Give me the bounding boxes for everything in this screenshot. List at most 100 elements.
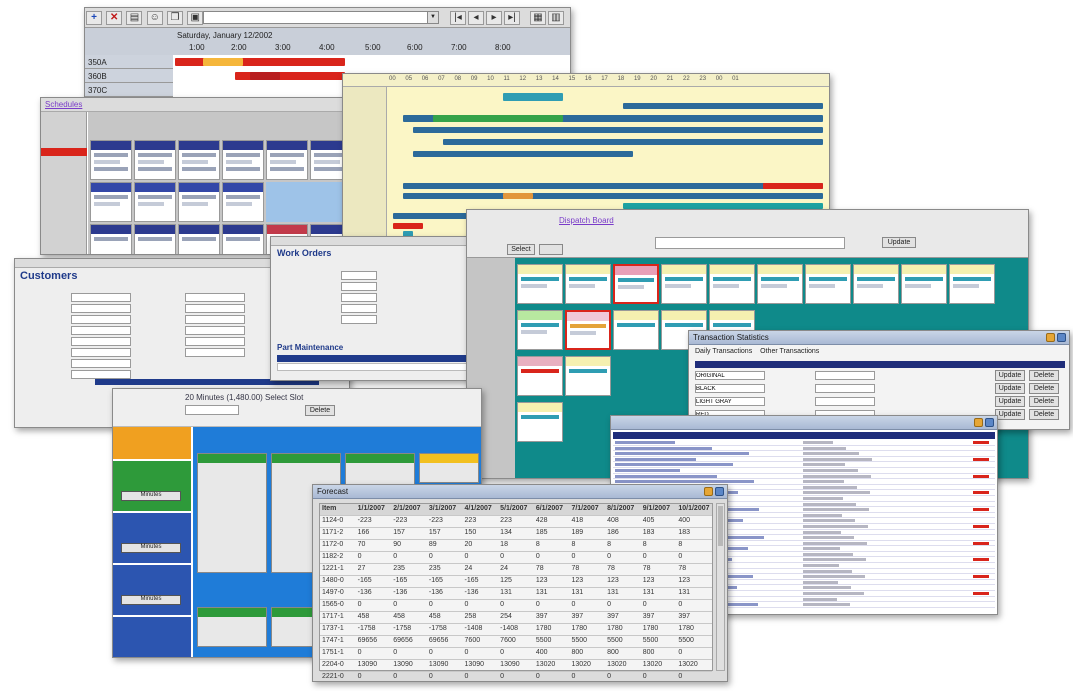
value-field[interactable]	[815, 384, 875, 393]
dispatch-card[interactable]	[661, 264, 707, 304]
list-link[interactable]	[615, 468, 680, 472]
booking-bar[interactable]	[413, 151, 633, 157]
update-button[interactable]: Update	[995, 383, 1025, 394]
delete-button[interactable]: Delete	[1029, 396, 1059, 407]
close-icon[interactable]	[1057, 333, 1066, 342]
resource-row[interactable]: 370C	[85, 83, 173, 97]
booking-bar[interactable]	[503, 193, 533, 199]
first-icon[interactable]: |◂	[450, 11, 466, 25]
schedule-card[interactable]	[134, 182, 176, 222]
update-button[interactable]: Update	[995, 396, 1025, 407]
prev-icon[interactable]: ◂	[468, 11, 484, 25]
select-button[interactable]: Select	[507, 244, 535, 255]
schedule-card[interactable]	[90, 140, 132, 180]
table-row[interactable]: 1124-0 -223 -223 -223 223 223 428 418 408 405 400	[320, 516, 712, 528]
schedule-card[interactable]	[134, 224, 176, 254]
customer-field[interactable]	[71, 293, 131, 302]
customer-field[interactable]	[71, 326, 131, 335]
customer-field[interactable]	[71, 315, 131, 324]
value-field[interactable]	[815, 397, 875, 406]
update-button[interactable]: Update	[882, 237, 916, 248]
schedule-card[interactable]	[90, 224, 132, 254]
customer-field[interactable]	[185, 304, 245, 313]
slot-group[interactable]	[113, 427, 191, 461]
customer-field[interactable]	[71, 370, 131, 379]
dispatch-card[interactable]	[565, 310, 611, 350]
table-row[interactable]: 2204-0 13090 13090 13090 13090 13090 13020 1302…	[320, 660, 712, 672]
slot-group[interactable]: Minutes	[113, 565, 191, 617]
minimize-icon[interactable]	[974, 418, 983, 427]
dispatch-card[interactable]	[901, 264, 947, 304]
slot-button[interactable]: Minutes	[121, 543, 181, 553]
close-icon[interactable]	[715, 487, 724, 496]
table-row[interactable]: 2221-0 0 0 0 0 0 0 0 0 0 0	[320, 672, 712, 681]
booking-bar[interactable]	[763, 183, 823, 189]
scroll-thumb[interactable]	[718, 506, 723, 546]
booking-bar[interactable]	[433, 115, 563, 122]
list-link[interactable]	[615, 474, 717, 478]
dispatch-card[interactable]	[613, 264, 659, 304]
camera-icon[interactable]: ▣	[187, 11, 204, 25]
list-link[interactable]	[615, 480, 754, 484]
value-field[interactable]	[815, 371, 875, 380]
slot-date-field[interactable]	[185, 405, 239, 415]
table-row[interactable]: 1172-0 70 90 89 20 18 8 8 8 8 8	[320, 540, 712, 552]
scrollbar[interactable]	[716, 503, 725, 671]
customer-field[interactable]	[185, 337, 245, 346]
free-slot[interactable]	[266, 182, 352, 222]
booking-bar[interactable]	[623, 103, 823, 109]
color-field[interactable]	[695, 397, 765, 406]
schedule-card[interactable]	[266, 140, 308, 180]
order-field[interactable]	[341, 271, 377, 280]
minimize-icon[interactable]	[1046, 333, 1055, 342]
table-row[interactable]: 1747-1 69656 69656 69656 7600 7600 5500 5500 550…	[320, 636, 712, 648]
scheduler-combo[interactable]: ▼	[203, 11, 439, 24]
booking-bar[interactable]	[413, 127, 823, 133]
table-row[interactable]: 1751-1 0 0 0 0 0 400 800 800 800 0	[320, 648, 712, 660]
add-icon[interactable]: +	[86, 11, 102, 25]
transactions-row[interactable]: Update Delete	[695, 383, 1065, 395]
slot-column[interactable]	[197, 607, 267, 647]
customer-field[interactable]	[71, 348, 131, 357]
customer-field[interactable]	[185, 348, 245, 357]
color-field[interactable]	[695, 371, 765, 380]
update-button[interactable]: Update	[995, 370, 1025, 381]
table-row[interactable]: 1182-2 0 0 0 0 0 0 0 0 0 0	[320, 552, 712, 564]
customer-field[interactable]	[71, 359, 131, 368]
list-link[interactable]	[615, 463, 733, 467]
table-row[interactable]: 1565-0 0 0 0 0 0 0 0 0 0 0	[320, 600, 712, 612]
customer-field[interactable]	[185, 326, 245, 335]
list-link[interactable]	[615, 457, 696, 461]
delete-button[interactable]: Delete	[1029, 370, 1059, 381]
schedule-card[interactable]	[222, 224, 264, 254]
table-row[interactable]: 1171-2 166 157 157 150 134 185 189 186 183 183	[320, 528, 712, 540]
slot-button[interactable]: Minutes	[121, 595, 181, 605]
booking-bar[interactable]	[203, 58, 243, 66]
table-row[interactable]: 1497-0 -136 -136 -136 -136 131 131 131 131 131 131	[320, 588, 712, 600]
dispatch-card[interactable]	[517, 356, 563, 396]
customer-field[interactable]	[185, 293, 245, 302]
dispatch-search[interactable]	[655, 237, 845, 249]
dispatch-card[interactable]	[949, 264, 995, 304]
chevron-down-icon[interactable]: ▼	[427, 12, 438, 23]
booking-bar[interactable]	[393, 223, 423, 229]
slot-column[interactable]	[197, 453, 267, 573]
next-icon[interactable]: ▸	[486, 11, 502, 25]
dispatch-card[interactable]	[565, 356, 611, 396]
order-field[interactable]	[341, 315, 377, 324]
table-row[interactable]: 1717-1 458 458 458 258 254 397 397 397 397 397	[320, 612, 712, 624]
booking-bar[interactable]	[503, 93, 563, 101]
dispatch-card[interactable]	[805, 264, 851, 304]
booking-bar[interactable]	[403, 193, 823, 199]
dispatch-card[interactable]	[565, 264, 611, 304]
booking-bar[interactable]	[175, 58, 345, 66]
last-icon[interactable]: ▸|	[504, 11, 520, 25]
table-row[interactable]: 1480-0 -165 -165 -165 -165 125 123 123 123 123 123	[320, 576, 712, 588]
delete-button[interactable]: Delete	[305, 405, 335, 416]
booking-bar[interactable]	[403, 183, 823, 189]
schedule-card[interactable]	[222, 182, 264, 222]
list-link[interactable]	[615, 452, 749, 456]
transactions-row[interactable]: Update Delete	[695, 396, 1065, 408]
order-field[interactable]	[341, 282, 377, 291]
resource-row[interactable]: 360B	[85, 69, 173, 83]
